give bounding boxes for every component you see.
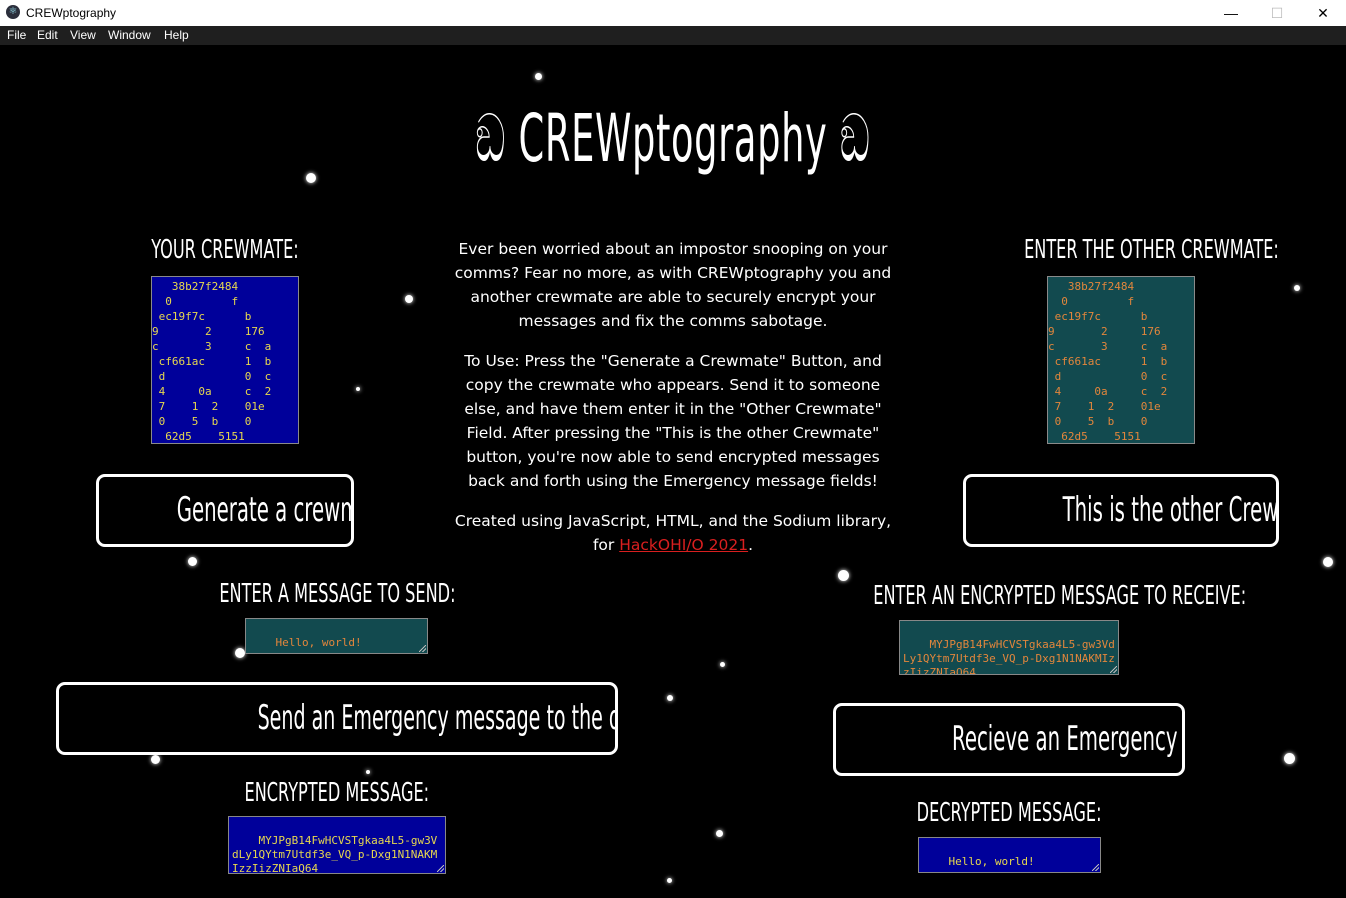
window-titlebar: ⚛ CREWptography — ☐ ✕ xyxy=(0,0,1346,26)
star xyxy=(356,387,360,391)
star xyxy=(720,662,725,667)
menu-bar: File Edit View Window Help xyxy=(0,26,1346,45)
send-emergency-message-button[interactable]: Send an Emergency message to the other C… xyxy=(56,682,618,755)
star xyxy=(1323,557,1333,567)
generate-crewmate-button[interactable]: Generate a crewmate xyxy=(96,474,354,547)
menu-window[interactable]: Window xyxy=(108,26,151,45)
resize-grip-icon[interactable] xyxy=(419,645,426,652)
star xyxy=(1294,285,1300,291)
page-title: ඞ CREWptography ඞ xyxy=(475,100,871,177)
star xyxy=(188,557,197,566)
description: Ever been worried about an impostor snoo… xyxy=(450,237,896,573)
this-is-other-crewmate-button[interactable]: This is the other Crewmate xyxy=(963,474,1279,547)
star xyxy=(667,878,672,883)
receive-emergency-message-button[interactable]: Recieve an Emergency message xyxy=(833,703,1185,776)
receive-message-input[interactable]: MYJPgB14FwHCVSTgkaa4L5-gw3VdLy1QYtm7Utdf… xyxy=(899,620,1119,675)
credits-paragraph: Created using JavaScript, HTML, and the … xyxy=(454,512,892,554)
star xyxy=(1284,753,1295,764)
app-content: ඞ CREWptography ඞ YOUR CREWMATE: 38b27f2… xyxy=(0,45,1346,898)
star xyxy=(151,755,160,764)
star xyxy=(535,73,542,80)
electron-app-icon: ⚛ xyxy=(6,5,20,19)
receive-message-label: ENTER AN ENCRYPTED MESSAGE TO RECEIVE: xyxy=(873,581,1247,611)
menu-help[interactable]: Help xyxy=(164,26,189,45)
menu-view[interactable]: View xyxy=(70,26,96,45)
hackohio-link[interactable]: HackOHI/O 2021 xyxy=(619,536,748,554)
menu-file[interactable]: File xyxy=(7,26,26,45)
description-paragraph: Ever been worried about an impostor snoo… xyxy=(454,240,892,330)
close-icon[interactable]: ✕ xyxy=(1300,0,1346,26)
star xyxy=(235,648,245,658)
other-crewmate-label: ENTER THE OTHER CREWMATE: xyxy=(1024,235,1279,265)
menu-edit[interactable]: Edit xyxy=(37,26,58,45)
encrypted-message-output[interactable]: MYJPgB14FwHCVSTgkaa4L5-gw3VdLy1QYtm7Utdf… xyxy=(228,816,446,874)
other-crewmate-input[interactable]: 38b27f2484 0 f ec19f7c b 9 2 176 c 3 c a… xyxy=(1047,276,1195,444)
resize-grip-icon[interactable] xyxy=(437,865,444,872)
resize-grip-icon[interactable] xyxy=(1092,864,1099,871)
star xyxy=(667,695,673,701)
decrypted-message-output[interactable]: Hello, world! xyxy=(918,837,1101,873)
encrypted-message-label: ENCRYPTED MESSAGE: xyxy=(244,778,430,808)
resize-grip-icon[interactable] xyxy=(1110,666,1117,673)
maximize-icon[interactable]: ☐ xyxy=(1254,0,1300,26)
your-crewmate-label: YOUR CREWMATE: xyxy=(151,235,299,265)
star xyxy=(405,295,413,303)
decrypted-message-label: DECRYPTED MESSAGE: xyxy=(916,798,1102,828)
your-crewmate-display[interactable]: 38b27f2484 0 f ec19f7c b 9 2 176 c 3 c a… xyxy=(151,276,299,444)
minimize-icon[interactable]: — xyxy=(1208,0,1254,26)
star xyxy=(716,830,723,837)
send-message-input[interactable]: Hello, world! xyxy=(245,618,428,654)
window-title: CREWptography xyxy=(26,6,117,20)
star xyxy=(366,770,370,774)
send-message-label: ENTER A MESSAGE TO SEND: xyxy=(218,579,456,609)
description-paragraph: To Use: Press the "Generate a Crewmate" … xyxy=(464,352,882,490)
